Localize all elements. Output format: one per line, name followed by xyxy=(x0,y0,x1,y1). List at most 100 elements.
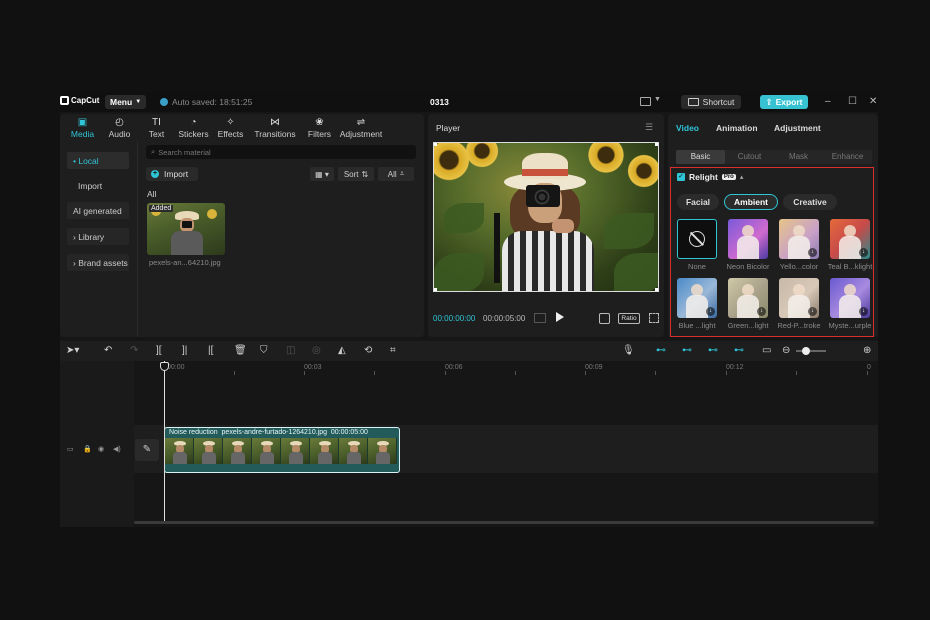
filter-button[interactable]: All ⩡ xyxy=(378,167,414,181)
track-header-column xyxy=(60,361,134,527)
playhead[interactable] xyxy=(164,361,165,521)
chevron-up-icon[interactable]: ▴ xyxy=(740,173,744,181)
crop-icon[interactable]: ⌗ xyxy=(390,345,396,357)
maximize-icon[interactable]: ☐ xyxy=(848,96,857,107)
text-icon: TI xyxy=(152,117,161,128)
tab-video[interactable]: Video xyxy=(676,123,699,133)
sidebar-item-import[interactable]: Import xyxy=(67,177,129,194)
tab-adjustment-props[interactable]: Adjustment xyxy=(774,123,821,133)
undo-icon[interactable]: ↶ xyxy=(104,345,112,357)
close-icon[interactable]: ✕ xyxy=(869,96,877,107)
subtab-mask[interactable]: Mask xyxy=(774,150,823,164)
mode-ambient[interactable]: Ambient xyxy=(724,194,778,210)
preset-green-light[interactable]: ↓ xyxy=(728,278,768,318)
minimize-icon[interactable]: – xyxy=(825,96,831,107)
mode-creative[interactable]: Creative xyxy=(783,194,837,210)
keyboard-icon xyxy=(687,98,699,106)
ratio-button[interactable]: Ratio xyxy=(618,313,640,324)
tab-transitions[interactable]: ⋈ Transitions xyxy=(249,114,301,141)
mode-facial[interactable]: Facial xyxy=(677,194,719,210)
view-mode-button[interactable]: ▦ ▾ xyxy=(310,167,334,181)
preview-axis-icon[interactable]: ⊷ xyxy=(734,345,744,357)
shield-icon[interactable]: ⛉ xyxy=(260,345,268,357)
tab-filters[interactable]: ❀ Filters xyxy=(301,114,338,141)
preset-yellow-color[interactable]: ↓ xyxy=(779,219,819,259)
plus-icon: + xyxy=(151,170,159,178)
preset-teal-backlight[interactable]: ↓ xyxy=(830,219,870,259)
tab-animation[interactable]: Animation xyxy=(716,123,758,133)
filter-icon: ⩡ xyxy=(399,169,405,178)
shortcut-button[interactable]: Shortcut xyxy=(681,95,741,109)
upload-icon: ⇪ xyxy=(765,96,773,107)
freeze-icon[interactable]: ◫ xyxy=(286,345,295,357)
video-preview[interactable] xyxy=(433,142,659,292)
video-clip[interactable]: Noise reduction pexels-andre-furtado-126… xyxy=(164,427,400,473)
chevron-down-icon[interactable]: ▼ xyxy=(654,96,661,103)
grid-icon[interactable] xyxy=(534,313,546,323)
preset-none[interactable] xyxy=(677,219,717,259)
link-main-track-icon[interactable]: ⊷ xyxy=(656,345,666,357)
import-button[interactable]: + Import xyxy=(146,167,198,181)
focus-icon[interactable] xyxy=(599,313,610,324)
zoom-out-icon[interactable]: ⊖ xyxy=(782,345,790,357)
sidebar-item-local[interactable]: • Local xyxy=(67,152,129,169)
play-icon[interactable] xyxy=(556,312,564,322)
split-icon[interactable]: ][ xyxy=(156,345,162,357)
tab-effects[interactable]: ✧ Effects xyxy=(212,114,249,141)
mirror-icon[interactable]: ◭ xyxy=(338,345,346,357)
zoom-slider[interactable] xyxy=(796,350,826,352)
layout-icon[interactable] xyxy=(640,97,651,106)
sidebar-item-library[interactable]: › Library xyxy=(67,228,129,245)
lock-icon[interactable]: 🔒 xyxy=(83,445,92,453)
linkage-icon[interactable]: ⊷ xyxy=(708,345,718,357)
tab-stickers[interactable]: ◔ Stickers xyxy=(175,114,212,141)
split-right-icon[interactable]: |[ xyxy=(208,345,213,357)
menu-button[interactable]: Menu ▼ xyxy=(105,95,147,109)
caption-icon[interactable]: ▭ xyxy=(762,345,771,357)
media-thumbnail[interactable]: Added xyxy=(147,203,225,255)
preset-mystery-purple[interactable]: ↓ xyxy=(830,278,870,318)
ruler-label: 0 xyxy=(867,364,871,371)
download-icon: ↓ xyxy=(859,248,868,257)
export-button[interactable]: ⇪ Export xyxy=(760,95,808,109)
relight-checkbox[interactable]: ✓ xyxy=(677,173,685,181)
sort-button[interactable]: Sort ⇅ xyxy=(338,167,374,181)
none-icon xyxy=(689,231,705,247)
rotate-icon[interactable]: ⟲ xyxy=(364,345,372,357)
select-cursor-icon[interactable]: ➤▾ xyxy=(66,345,79,357)
eye-icon[interactable]: ◉ xyxy=(98,445,104,453)
project-title[interactable]: 0313 xyxy=(430,97,449,107)
preset-red-purple-stroke[interactable]: ↓ xyxy=(779,278,819,318)
sidebar-item-brand-assets[interactable]: › Brand assets xyxy=(67,254,129,271)
subtab-enhance[interactable]: Enhance xyxy=(823,150,872,164)
subtab-basic[interactable]: Basic xyxy=(676,150,725,164)
tab-media[interactable]: ▣ Media xyxy=(64,114,101,141)
fullscreen-icon[interactable] xyxy=(649,313,659,323)
magnet-icon[interactable]: ⊷ xyxy=(682,345,692,357)
microphone-icon[interactable]: 🎙 xyxy=(622,345,635,357)
audio-mute-icon[interactable]: ◀) xyxy=(113,445,121,453)
menu-icon[interactable]: ☰ xyxy=(645,122,653,133)
tab-audio[interactable]: ◴ Audio xyxy=(101,114,138,141)
preset-blue-light[interactable]: ↓ xyxy=(677,278,717,318)
timeline-scrollbar[interactable] xyxy=(134,521,874,524)
search-input[interactable]: ⌕ Search material xyxy=(146,145,416,159)
playhead-handle[interactable] xyxy=(160,362,169,371)
tab-text[interactable]: TI Text xyxy=(138,114,175,141)
split-left-icon[interactable]: ]| xyxy=(182,345,187,357)
timeline-ruler[interactable]: 00:00 00:03 00:06 00:09 00:12 0 xyxy=(134,361,878,375)
zoom-in-icon[interactable]: ⊕ xyxy=(863,345,871,357)
tab-adjustment[interactable]: ⇌ Adjustment xyxy=(338,114,384,141)
preset-neon-bicolor[interactable] xyxy=(728,219,768,259)
subtab-cutout[interactable]: Cutout xyxy=(725,150,774,164)
timeline: 00:00 00:03 00:06 00:09 00:12 0 ▭ 🔒 ◉ ◀)… xyxy=(60,361,878,527)
edit-cover-icon[interactable]: ✎ xyxy=(135,439,159,461)
media-panel: ▣ Media ◴ Audio TI Text ◔ Stickers ✧ Effects … xyxy=(60,114,424,337)
media-sidebar: • Local Import AI generated › Library › … xyxy=(60,141,138,337)
cover-icon[interactable]: ▭ xyxy=(67,445,74,453)
reverse-icon[interactable]: ◎ xyxy=(312,345,321,357)
zoom-slider-handle[interactable] xyxy=(802,347,810,355)
sidebar-item-ai-generated[interactable]: AI generated xyxy=(67,202,129,219)
delete-icon[interactable]: 🗑 xyxy=(234,345,247,357)
redo-icon[interactable]: ↷ xyxy=(130,345,138,357)
